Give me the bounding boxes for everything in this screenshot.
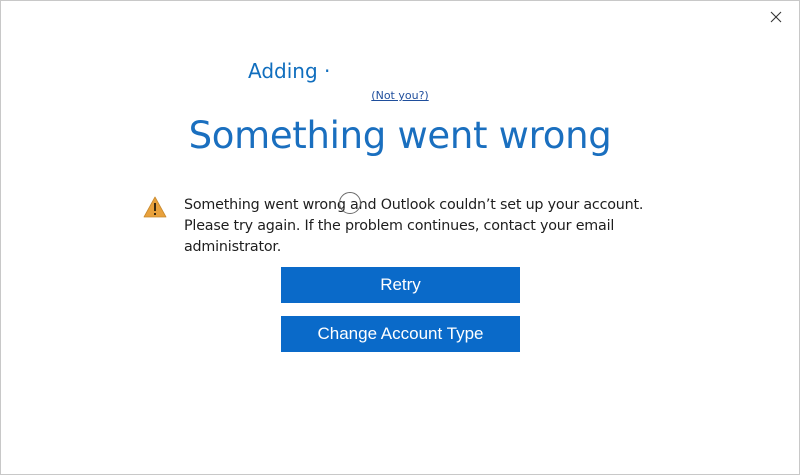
close-button[interactable] — [753, 1, 799, 33]
mouse-cursor-indicator — [339, 192, 361, 214]
change-account-type-button[interactable]: Change Account Type — [281, 316, 520, 352]
adding-account-label: Adding · — [248, 59, 331, 83]
error-message: Something went wrong and Outlook couldn’… — [184, 197, 644, 255]
not-you-link-row: (Not you?) — [1, 89, 799, 102]
retry-button[interactable]: Retry — [281, 267, 520, 303]
account-setup-dialog: Adding · (Not you?) Something went wrong… — [0, 0, 800, 475]
close-icon — [770, 11, 782, 23]
warning-icon — [143, 196, 167, 218]
page-title: Something went wrong — [188, 114, 612, 157]
not-you-link[interactable]: (Not you?) — [371, 89, 428, 102]
